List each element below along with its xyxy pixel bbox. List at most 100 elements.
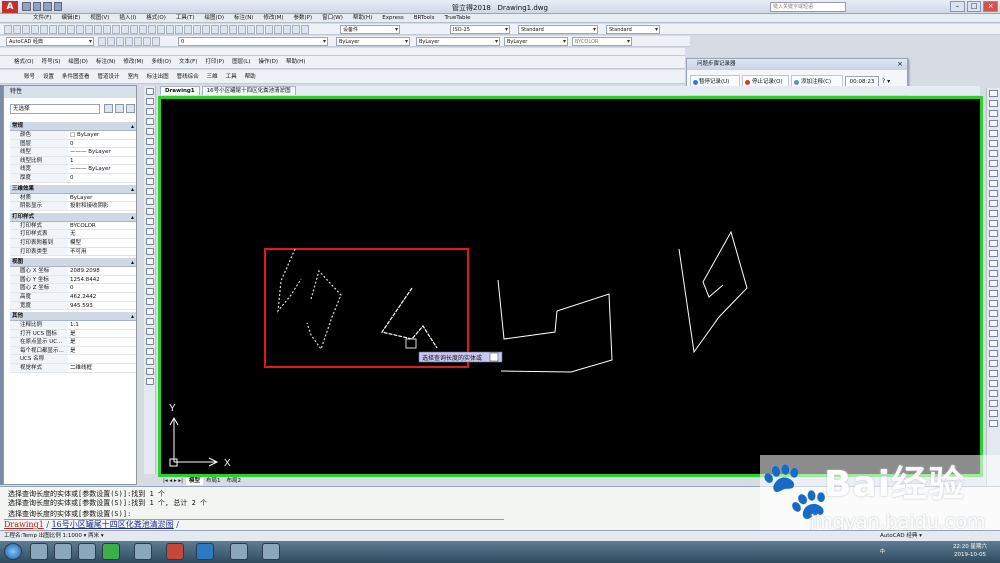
property-row[interactable]: 视觉样式 二维线框 [10, 364, 136, 373]
modify-tool-icon[interactable] [989, 310, 998, 317]
selected-polyline-2[interactable] [306, 269, 342, 351]
plugin-menu-item[interactable]: 格式(O) [10, 56, 38, 68]
image-icon[interactable] [265, 25, 273, 34]
draw-tool-icon[interactable] [146, 298, 154, 305]
plugin-menu-item[interactable]: 修改(M) [119, 56, 147, 68]
draw-tool-icon[interactable] [146, 258, 154, 265]
modify-tool-icon[interactable] [989, 260, 998, 267]
modify-tool-icon[interactable] [989, 140, 998, 147]
polyline-4[interactable] [497, 279, 613, 373]
table-style-select[interactable]: Standard [518, 25, 598, 34]
attdef-icon[interactable] [247, 25, 255, 34]
search-input[interactable]: 键入关键字或短语 [770, 2, 846, 12]
plugin-menu-item[interactable]: 图层(L) [228, 56, 254, 68]
property-row[interactable]: 图层 0 [10, 139, 136, 149]
property-value[interactable]: □ ByLayer [68, 131, 136, 139]
polyline-5[interactable] [678, 230, 748, 354]
property-value[interactable]: 是 [68, 338, 136, 346]
plugin-menu-item-2[interactable]: 管道设计 [94, 70, 124, 83]
draw-tool-icon[interactable] [146, 108, 154, 115]
draw-tool-icon[interactable] [146, 368, 154, 375]
modify-tool-icon[interactable] [989, 180, 998, 187]
property-row[interactable]: 每个视口都显示... 是 [10, 346, 136, 356]
draw-tool-icon[interactable] [146, 318, 154, 325]
menu-item[interactable]: 文件(F) [28, 14, 56, 22]
taskbar-app-9[interactable] [262, 543, 280, 560]
drawing-canvas[interactable]: Y X 选择查询长度的实体或 [158, 96, 983, 477]
property-row[interactable]: 打开 UCS 图标是 [10, 329, 136, 339]
plugin-menu-item[interactable]: 绘图(D) [64, 56, 92, 68]
property-section-header[interactable]: 常规 [10, 122, 136, 131]
redo-icon[interactable] [103, 25, 111, 34]
design-center-icon[interactable] [157, 25, 165, 34]
property-value[interactable]: 1254.8442 [68, 276, 136, 284]
modify-tool-icon[interactable] [989, 360, 998, 367]
property-value[interactable]: ——— ByLayer [68, 148, 136, 156]
draw-tool-icon[interactable] [146, 118, 154, 125]
selected-polyline-1[interactable] [277, 248, 302, 313]
modify-tool-icon[interactable] [989, 400, 998, 407]
layer-icon[interactable] [229, 25, 237, 34]
text-style-select[interactable]: 设备件 [340, 25, 400, 34]
settings-icon[interactable] [98, 37, 106, 46]
draw-tool-icon[interactable] [146, 188, 154, 195]
modify-tool-icon[interactable] [989, 280, 998, 287]
menu-item[interactable]: 绘图(D) [200, 14, 230, 22]
property-row[interactable]: 打印表类型 不可用 [10, 247, 136, 257]
zoom-icon[interactable] [121, 25, 129, 34]
menu-item[interactable]: 修改(M) [258, 14, 288, 22]
property-row[interactable]: 宽度 945.593 [10, 301, 136, 311]
menu-item[interactable]: 标注(N) [229, 14, 258, 22]
drawing-svg[interactable]: Y X 选择查询长度的实体或 [161, 99, 980, 474]
paste-icon[interactable] [76, 25, 84, 34]
minimize-button[interactable]: – [950, 1, 965, 12]
menu-item[interactable]: 工具(T) [171, 14, 200, 22]
new-icon[interactable] [4, 25, 12, 34]
property-row[interactable]: 在原点显示 UC... 是 [10, 338, 136, 347]
plugin-menu-item-2[interactable]: 三维 [203, 70, 222, 83]
plugin-menu-item-2[interactable]: 设置 [39, 70, 58, 83]
layer-state-icon[interactable] [116, 37, 124, 46]
property-value[interactable]: 模型 [68, 239, 136, 247]
close-button[interactable]: × [983, 1, 999, 12]
plugin-menu-item[interactable]: 多线(O) [147, 56, 175, 68]
taskbar-clock[interactable]: 22:20 星期六 2019-10-05 [945, 543, 995, 559]
taskbar-app-1[interactable] [30, 543, 48, 560]
tab-drawing1[interactable]: Drawing1 [160, 86, 200, 95]
modify-tool-icon[interactable] [989, 200, 998, 207]
help2-icon[interactable] [211, 25, 219, 34]
property-value[interactable]: ——— ByLayer [68, 165, 136, 173]
match-icon[interactable] [85, 25, 93, 34]
plugin-menu-item[interactable]: 标注(N) [92, 56, 119, 68]
draw-tool-icon[interactable] [146, 158, 154, 165]
print-icon[interactable] [31, 25, 39, 34]
toggle-pickadd-icon[interactable] [104, 104, 113, 113]
modify-tool-icon[interactable] [989, 150, 998, 157]
modify-tool-icon[interactable] [989, 300, 998, 307]
selection-select[interactable]: 无选择 [10, 104, 100, 114]
draw-tool-icon[interactable] [146, 198, 154, 205]
plugin-menu-item[interactable]: 符号(S) [38, 56, 65, 68]
ime-indicator[interactable]: 中 [880, 547, 940, 557]
draw-tool-icon[interactable] [146, 348, 154, 355]
lineweight-select[interactable]: ByLayer [504, 37, 568, 46]
draw-tool-icon[interactable] [146, 228, 154, 235]
property-value[interactable]: 不可用 [68, 248, 136, 256]
property-value[interactable]: 0 [68, 140, 136, 148]
modify-tool-icon[interactable] [989, 90, 998, 97]
maximize-button[interactable]: □ [966, 1, 982, 12]
zoom-window-icon[interactable] [130, 25, 138, 34]
modify-tool-icon[interactable] [989, 330, 998, 337]
app-logo-icon[interactable]: A [2, 1, 18, 13]
tooltip-arrow-icon[interactable] [489, 352, 499, 362]
workspace-select[interactable]: AutoCAD 经典 [6, 37, 94, 46]
draw-tool-icon[interactable] [146, 168, 154, 175]
draw-tool-icon[interactable] [146, 98, 154, 105]
sun-icon[interactable] [134, 37, 142, 46]
draw-tool-icon[interactable] [146, 338, 154, 345]
markup-icon[interactable] [184, 25, 192, 34]
cut-icon[interactable] [58, 25, 66, 34]
modify-tool-icon[interactable] [989, 340, 998, 347]
modify-tool-icon[interactable] [989, 350, 998, 357]
taskbar-autocad[interactable] [166, 543, 184, 560]
